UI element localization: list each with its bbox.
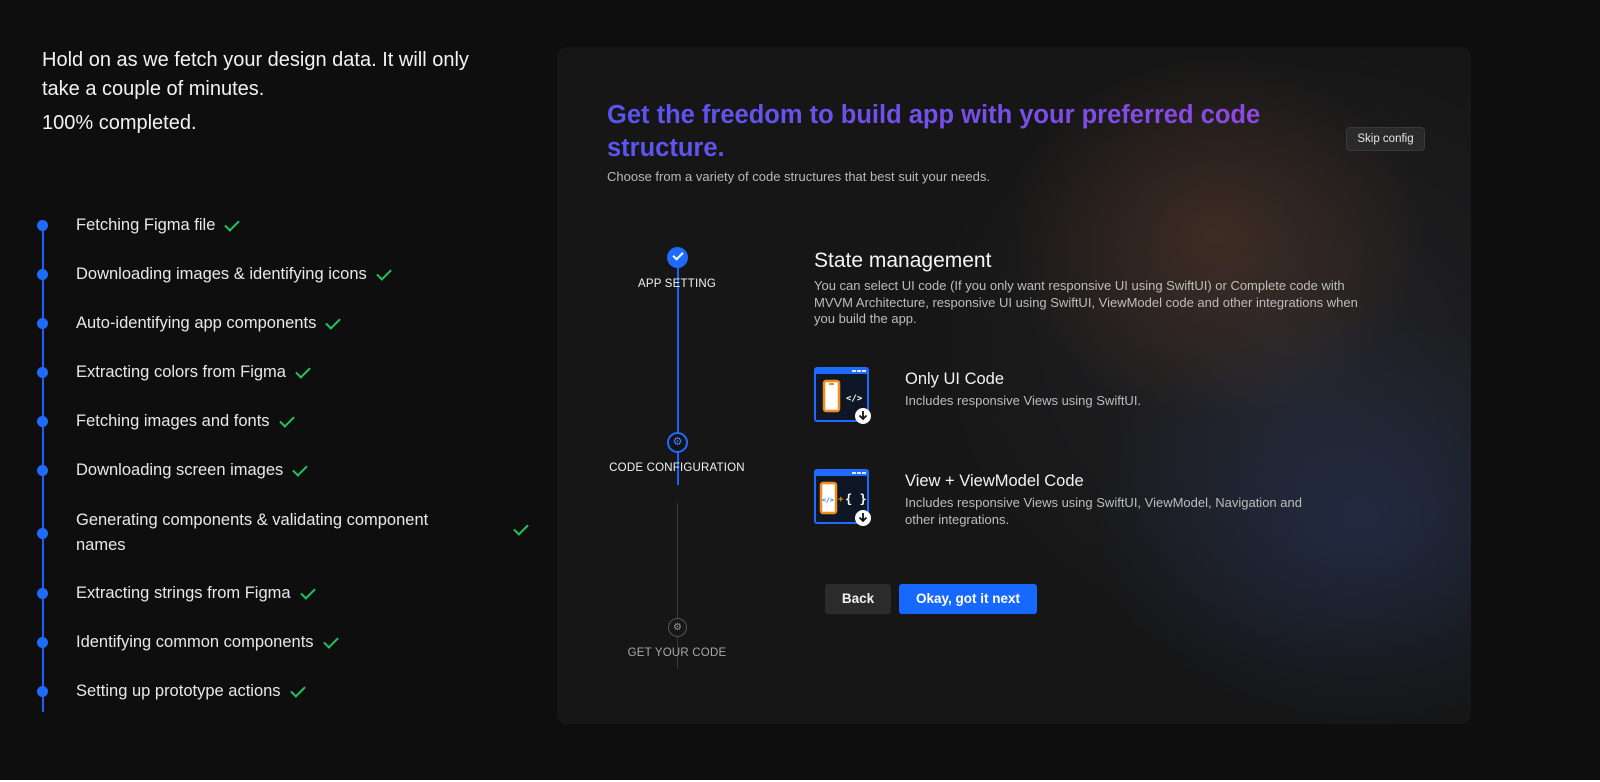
step-label: Downloading screen images: [76, 461, 284, 479]
step-label: Identifying common components: [76, 633, 314, 651]
progress-step: Fetching Figma file: [37, 213, 542, 238]
svg-text:{ }: { }: [845, 492, 867, 506]
step-dot: [37, 269, 48, 280]
check-icon: [299, 583, 316, 600]
option-description: Includes responsive Views using SwiftUI.: [905, 393, 1142, 408]
progress-step: Extracting colors from Figma: [37, 360, 542, 385]
svg-text:+: +: [838, 495, 844, 505]
progress-headline: Hold on as we fetch your design data. It…: [42, 49, 469, 100]
check-icon: [322, 632, 339, 649]
step-dot: [37, 416, 48, 427]
check-icon: [513, 520, 529, 536]
step-dot: [37, 318, 48, 329]
check-icon: [295, 362, 311, 379]
step-dot: [37, 220, 48, 231]
progress-step: Extracting strings from Figma: [37, 581, 542, 606]
progress-step: Auto-identifying app components: [37, 311, 542, 336]
gear-icon: ⚙: [668, 618, 687, 637]
step-dot: [37, 686, 48, 697]
stepper-label-app-setting[interactable]: APP SETTING: [577, 278, 777, 290]
progress-step: Generating components & validating compo…: [37, 508, 542, 558]
check-icon: [224, 215, 241, 232]
check-icon: [289, 681, 306, 698]
step-dot: [37, 367, 48, 378]
panel-subtitle: Choose from a variety of code structures…: [607, 169, 990, 184]
option-description: Includes responsive Views using SwiftUI,…: [905, 495, 1302, 527]
next-button[interactable]: Okay, got it next: [899, 584, 1037, 614]
progress-step: Setting up prototype actions: [37, 679, 542, 704]
step-label: Auto-identifying app components: [76, 314, 317, 332]
progress-percent: 100% completed.: [42, 112, 197, 134]
panel-title: Get the freedom to build app with your p…: [607, 99, 1287, 165]
stepper-label-code-configuration[interactable]: CODE CONFIGURATION: [577, 462, 777, 474]
progress-section: Hold on as we fetch your design data. It…: [37, 46, 542, 712]
svg-text:</>: </>: [846, 394, 863, 404]
stepper-label-get-your-code: GET YOUR CODE: [627, 647, 727, 659]
section-description: You can select UI code (If you only want…: [814, 278, 1358, 326]
gear-icon: ⚙: [667, 432, 688, 453]
skip-config-button[interactable]: Skip config: [1346, 127, 1425, 151]
section-title: State management: [814, 249, 992, 272]
check-icon: [375, 264, 392, 281]
step-dot: [37, 465, 48, 476]
option-title: Only UI Code: [905, 370, 1005, 388]
step-complete-check-icon: [667, 247, 688, 268]
progress-step: Identifying common components: [37, 630, 542, 655]
step-label: Generating components & validating compo…: [76, 511, 429, 554]
step-dot: [37, 588, 48, 599]
svg-text:</>: </>: [822, 496, 834, 504]
ui-code-icon: </>: [814, 367, 871, 424]
viewmodel-code-icon: </> + { }: [814, 469, 871, 526]
step-label: Downloading images & identifying icons: [76, 265, 367, 283]
back-button[interactable]: Back: [825, 584, 891, 614]
stepper-line-pending: [677, 503, 678, 669]
step-label: Extracting colors from Figma: [76, 363, 286, 381]
option-title: View + ViewModel Code: [905, 472, 1084, 490]
step-label: Fetching Figma file: [76, 216, 216, 234]
step-label: Extracting strings from Figma: [76, 584, 291, 602]
progress-step: Downloading screen images: [37, 458, 542, 483]
app-screen: Hold on as we fetch your design data. It…: [0, 0, 1600, 780]
step-label: Setting up prototype actions: [76, 682, 281, 700]
progress-step: Fetching images and fonts: [37, 409, 542, 434]
progress-step: Downloading images & identifying icons: [37, 262, 542, 287]
check-icon: [278, 411, 295, 428]
check-icon: [325, 313, 342, 330]
step-dot: [37, 527, 48, 539]
step-label: Fetching images and fonts: [76, 412, 270, 430]
config-panel: Get the freedom to build app with your p…: [557, 47, 1471, 724]
step-dot: [37, 637, 48, 648]
check-icon: [292, 460, 309, 477]
